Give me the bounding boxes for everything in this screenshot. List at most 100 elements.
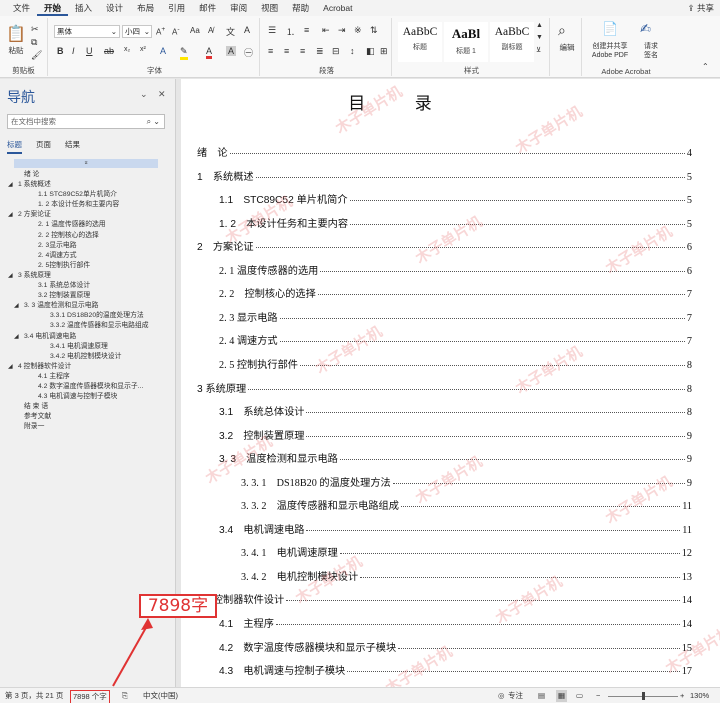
superscript-icon[interactable]: x² bbox=[140, 46, 146, 53]
read-mode-icon[interactable]: ▤ bbox=[538, 690, 545, 702]
proofing-icon[interactable]: ⎘ bbox=[122, 690, 128, 702]
nav-heading-item[interactable]: 4.2 数字温度传感器模块和显示子... bbox=[0, 382, 176, 392]
focus-icon[interactable]: ◎ bbox=[498, 690, 505, 702]
toc-entry[interactable]: 3.2 控制装置原理 9 bbox=[219, 427, 692, 442]
borders-icon[interactable]: ⊞ bbox=[380, 46, 388, 57]
subscript-icon[interactable]: x₂ bbox=[124, 46, 130, 53]
ribbon-tab[interactable]: 引用 bbox=[161, 0, 192, 16]
nav-heading-item[interactable]: 3.1 系统总体设计 bbox=[0, 281, 176, 291]
styles-scroll-up-icon[interactable]: ▲ bbox=[536, 22, 543, 29]
zoom-slider-thumb[interactable] bbox=[642, 692, 645, 700]
copy-icon[interactable]: ⧉ bbox=[31, 37, 37, 48]
ribbon-tab[interactable]: 帮助 bbox=[285, 0, 316, 16]
close-icon[interactable]: ✕ bbox=[158, 89, 166, 100]
toc-entry[interactable]: 2. 4 调速方式 7 bbox=[219, 332, 692, 347]
page-indicator[interactable]: 第 3 页，共 21 页 bbox=[5, 690, 63, 702]
ribbon-tab[interactable]: Acrobat bbox=[316, 0, 359, 16]
toc-entry[interactable]: 2. 2 控制核心的选择 7 bbox=[219, 285, 692, 300]
grow-font-icon[interactable]: A+ bbox=[156, 26, 165, 37]
ribbon-tab[interactable]: 视图 bbox=[254, 0, 285, 16]
nav-heading-item[interactable]: ◢ 3 系统原理 bbox=[0, 271, 176, 281]
nav-heading-item[interactable]: 参考文献 bbox=[0, 412, 176, 422]
request-signature-button[interactable]: 请求 签名 bbox=[636, 42, 666, 60]
toc-entry[interactable]: 绪 论 4 bbox=[197, 144, 692, 159]
enclose-char-icon[interactable]: ㊀ bbox=[244, 46, 253, 59]
focus-label[interactable]: 专注 bbox=[508, 690, 523, 702]
nav-heading-item[interactable]: ◢ 2 方案论证 bbox=[0, 210, 176, 220]
expand-arrow-icon[interactable]: ◢ bbox=[14, 332, 24, 342]
font-size-select[interactable]: 小四 ⌄ bbox=[122, 25, 152, 38]
underline-icon[interactable]: U bbox=[86, 46, 93, 56]
highlight-icon[interactable]: ✎ bbox=[180, 46, 188, 60]
word-count[interactable]: 7898 个字 bbox=[70, 690, 110, 703]
editing-button[interactable]: 编辑 bbox=[552, 42, 582, 53]
shrink-font-icon[interactable]: A- bbox=[172, 26, 180, 37]
nav-heading-item[interactable]: ◢ 3.4 电机调速电路 bbox=[0, 332, 176, 342]
strikethrough-icon[interactable]: ab bbox=[104, 46, 114, 56]
shading-icon[interactable]: ◧ bbox=[366, 46, 375, 57]
nav-heading-item[interactable]: 3.4.2 电机控制模块设计 bbox=[0, 352, 176, 362]
line-spacing-icon[interactable]: ↕ bbox=[350, 46, 355, 56]
nav-heading-item[interactable]: 2. 4调速方式 bbox=[0, 251, 176, 261]
font-family-select[interactable]: 黑体 ⌄ bbox=[54, 25, 120, 38]
print-layout-icon[interactable]: ▦ bbox=[556, 690, 568, 702]
toc-entry[interactable]: 2. 5 控制执行部件 8 bbox=[219, 356, 692, 371]
chinese-layout-icon[interactable]: ※ bbox=[354, 25, 362, 36]
char-border-icon[interactable]: A bbox=[244, 25, 250, 35]
paste-button[interactable]: 粘贴 bbox=[5, 45, 27, 56]
nav-heading-item[interactable]: 结 束 语 bbox=[0, 402, 176, 412]
nav-heading-item[interactable]: 附录一 bbox=[0, 422, 176, 432]
toc-entry[interactable]: 4.3 电机调速与控制子模块 17 bbox=[219, 662, 692, 677]
nav-heading-item[interactable]: 1. 2 本设计任务和主要内容 bbox=[0, 200, 176, 210]
language-indicator[interactable]: 中文(中国) bbox=[143, 690, 178, 702]
align-right-icon[interactable]: ≡ bbox=[300, 46, 305, 56]
nav-heading-item[interactable]: 2. 5控制执行部件 bbox=[0, 261, 176, 271]
sort-icon[interactable]: ⇅ bbox=[370, 25, 378, 36]
toc-entry[interactable]: 2 方案论证 6 bbox=[197, 238, 692, 253]
document-page[interactable]: 目 录 绪 论41 系统概述 5 1.1 STC89C52 单片机简介 5 1. 2 本… bbox=[181, 79, 720, 687]
expand-arrow-icon[interactable]: ◢ bbox=[8, 180, 18, 190]
ribbon-tab[interactable]: 开始 bbox=[37, 0, 69, 16]
create-share-pdf-button[interactable]: 创建并共享 Adobe PDF bbox=[584, 42, 636, 60]
toc-entry[interactable]: 1 系统概述 5 bbox=[197, 168, 692, 183]
expand-arrow-icon[interactable]: ◢ bbox=[8, 362, 18, 372]
toc-entry[interactable]: 3 系统原理 8 bbox=[197, 380, 692, 395]
style-card-subtitle[interactable]: AaBbC 副标题 bbox=[490, 22, 534, 62]
ribbon-tab[interactable]: 设计 bbox=[99, 0, 130, 16]
toc-entry[interactable]: 3. 3. 1 DS18B20 的温度处理方法 9 bbox=[241, 474, 692, 489]
create-pdf-icon[interactable]: 📄 bbox=[602, 21, 618, 37]
nav-tab-headings[interactable]: 标题 bbox=[7, 139, 22, 154]
expand-arrow-icon[interactable]: ◢ bbox=[14, 301, 24, 311]
numbering-icon[interactable]: ⒈ bbox=[286, 25, 295, 38]
toc-entry[interactable]: 3. 4. 2 电机控制模块设计 13 bbox=[241, 568, 692, 583]
bold-icon[interactable]: B bbox=[57, 46, 64, 56]
search-icon[interactable]: ⌕ ⌄ bbox=[147, 115, 160, 128]
change-case-icon[interactable]: Aa bbox=[190, 26, 200, 35]
ribbon-tab[interactable]: 布局 bbox=[130, 0, 161, 16]
nav-heading-item[interactable]: ◢ 1 系统概述 bbox=[0, 180, 176, 190]
distribute-icon[interactable]: ⊟ bbox=[332, 46, 340, 57]
styles-scroll-down-icon[interactable]: ▼ bbox=[536, 34, 543, 41]
ribbon-tab[interactable]: 插入 bbox=[68, 0, 99, 16]
increase-indent-icon[interactable]: ⇥ bbox=[338, 25, 346, 36]
nav-tab-pages[interactable]: 页面 bbox=[36, 139, 51, 154]
nav-heading-item[interactable]: 2. 2 控制核心的选择 bbox=[0, 231, 176, 241]
nav-heading-item[interactable]: 2. 3显示电路 bbox=[0, 241, 176, 251]
nav-options-icon[interactable]: ⌄ bbox=[140, 89, 148, 100]
share-button[interactable]: ⇪ 共享 bbox=[687, 1, 714, 15]
nav-heading-item[interactable]: 4.1 主程序 bbox=[0, 372, 176, 382]
request-signature-icon[interactable]: ✍ bbox=[640, 21, 651, 37]
multilevel-list-icon[interactable]: ≡ bbox=[304, 25, 309, 35]
toc-entry[interactable]: 3. 3. 2 温度传感器和显示电路组成 11 bbox=[241, 497, 692, 512]
ribbon-tab[interactable]: 审阅 bbox=[223, 0, 254, 16]
collapse-ribbon-icon[interactable]: ⌃ bbox=[702, 62, 709, 71]
nav-tab-results[interactable]: 结果 bbox=[65, 139, 80, 154]
toc-entry[interactable]: 1.1 STC89C52 单片机简介 5 bbox=[219, 191, 692, 206]
nav-collapse-all-button[interactable]: ⌅ bbox=[14, 159, 158, 168]
expand-arrow-icon[interactable]: ◢ bbox=[8, 271, 18, 281]
toc-entry[interactable]: 3.1 系统总体设计 8 bbox=[219, 403, 692, 418]
nav-heading-item[interactable]: 3.3.1 DS18B20的温度处理方法 bbox=[0, 311, 176, 321]
expand-arrow-icon[interactable]: ◢ bbox=[8, 210, 18, 220]
decrease-indent-icon[interactable]: ⇤ bbox=[322, 25, 330, 36]
toc-entry[interactable]: 3.4 电机调速电路 11 bbox=[219, 521, 692, 536]
